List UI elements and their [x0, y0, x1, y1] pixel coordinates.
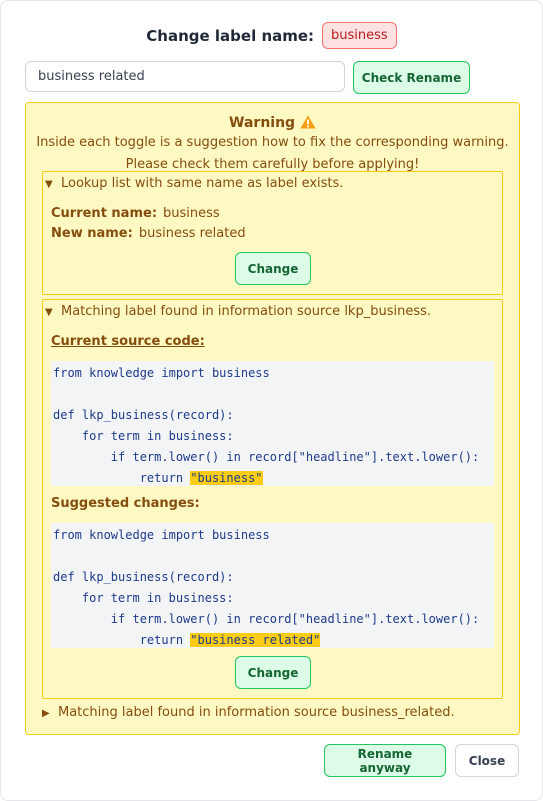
warning-triangle-icon — [300, 115, 316, 129]
toggle-summary-text: Matching label found in information sour… — [61, 304, 431, 319]
code-return-prefix: return — [53, 471, 191, 485]
new-name-value: business related — [138, 226, 246, 241]
change-source-button[interactable]: Change — [235, 656, 311, 689]
code-highlight: "business" — [190, 471, 263, 485]
toggle-matching-label: ▼ Matching label found in information sou… — [42, 299, 503, 699]
change-label-modal: Change label name: business Check Rename… — [0, 0, 543, 801]
triangle-right-icon: ▶ — [42, 708, 50, 719]
code-line: for term in business: — [53, 429, 234, 443]
triangle-down-icon: ▼ — [45, 307, 53, 318]
modal-title: Change label name: — [146, 26, 315, 45]
current-source-title: Current source code: — [51, 334, 205, 349]
code-line: if term.lower() in record["headline"].te… — [53, 612, 480, 626]
code-line: from knowledge import business — [53, 528, 270, 542]
code-line-return: return "business" — [53, 468, 494, 489]
code-line-return: return "business related" — [53, 630, 494, 651]
toggle-summary-text: Lookup list with same name as label exis… — [61, 176, 344, 191]
code-return-prefix: return — [53, 633, 191, 647]
toggle-summary-lookup[interactable]: ▼ Lookup list with same name as label exi… — [45, 176, 343, 191]
warning-title: Warning — [26, 115, 519, 131]
toggle-summary-business-related[interactable]: ▶ Matching label found in information sou… — [42, 705, 455, 720]
suggested-changes-title: Suggested changes: — [51, 496, 200, 511]
modal-header: Change label name: business — [1, 22, 542, 49]
check-rename-button[interactable]: Check Rename — [353, 61, 470, 94]
change-lookup-button[interactable]: Change — [235, 252, 311, 285]
warning-box: Warning Inside each toggle is a suggesti… — [25, 102, 520, 735]
warning-description-line-1: Inside each toggle is a suggestion how t… — [36, 135, 509, 150]
toggle-lookup-list: ▼ Lookup list with same name as label exi… — [42, 171, 503, 295]
code-line: for term in business: — [53, 591, 234, 605]
current-source-code: from knowledge import business def lkp_b… — [51, 361, 494, 486]
new-name-label: New name: — [51, 226, 133, 241]
warning-title-text: Warning — [229, 115, 296, 131]
suggested-source-code: from knowledge import business def lkp_b… — [51, 523, 494, 648]
toggle-summary-matching[interactable]: ▼ Matching label found in information sou… — [45, 304, 431, 319]
triangle-down-icon: ▼ — [45, 179, 53, 190]
rename-row: Check Rename — [25, 61, 518, 94]
new-name-row: New name: business related — [51, 226, 246, 241]
close-button[interactable]: Close — [455, 744, 519, 777]
new-label-input[interactable] — [25, 61, 345, 92]
code-line: from knowledge import business — [53, 366, 270, 380]
code-line: if term.lower() in record["headline"].te… — [53, 450, 480, 464]
rename-anyway-button[interactable]: Rename anyway — [324, 744, 446, 777]
code-highlight: "business related" — [190, 633, 321, 647]
code-line: def lkp_business(record): — [53, 408, 234, 422]
toggle-summary-text: Matching label found in information sour… — [58, 705, 455, 720]
code-line: def lkp_business(record): — [53, 570, 234, 584]
current-name-value: business — [163, 206, 220, 221]
current-label-badge: business — [322, 22, 397, 49]
current-name-row: Current name: business — [51, 206, 220, 221]
current-name-label: Current name: — [51, 206, 158, 221]
